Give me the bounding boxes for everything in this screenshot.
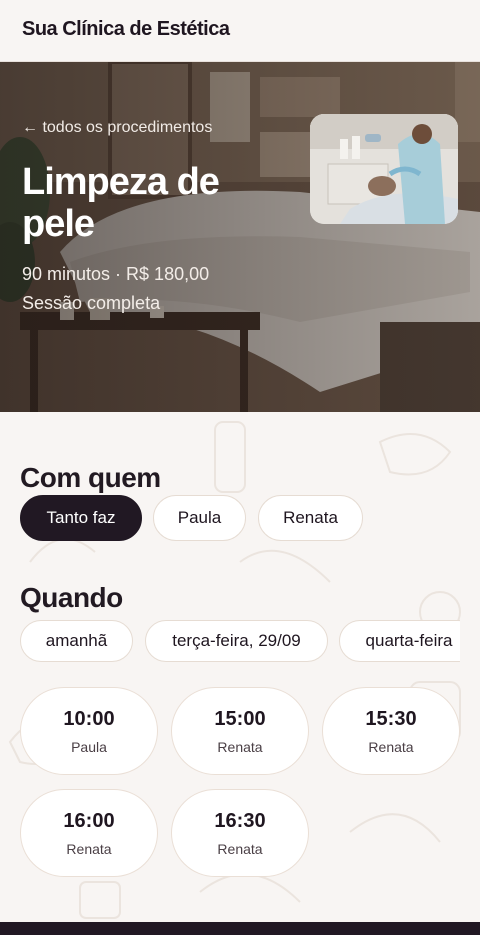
slot-professional: Paula xyxy=(71,738,107,755)
slot-professional: Renata xyxy=(217,738,263,755)
time-slot[interactable]: 15:30 Renata xyxy=(322,687,460,775)
slot-time: 15:00 xyxy=(214,707,266,730)
professional-option-paula[interactable]: Paula xyxy=(153,495,246,541)
brand-name[interactable]: Sua Clínica de Estética xyxy=(22,18,230,41)
bottom-bar xyxy=(0,922,480,935)
slot-time: 15:30 xyxy=(365,707,417,730)
slot-professional: Renata xyxy=(368,738,414,755)
procedure-title: Limpeza de pele xyxy=(22,161,220,245)
slot-time: 10:00 xyxy=(63,707,115,730)
day-option-quarta[interactable]: quarta-feira xyxy=(339,620,460,662)
slot-time: 16:00 xyxy=(63,809,115,832)
back-to-procedures-link[interactable]: ← todos os procedimentos xyxy=(22,119,212,137)
duration-price: 90 minutos · R$ 180,00 xyxy=(22,264,210,284)
procedure-thumbnail xyxy=(310,114,458,224)
time-slot[interactable]: 10:00 Paula xyxy=(20,687,158,775)
professional-section-title: Com quem xyxy=(20,462,161,493)
time-slot[interactable]: 16:30 Renata xyxy=(171,789,309,877)
professional-option-tanto-faz[interactable]: Tanto faz xyxy=(20,495,142,541)
time-slot[interactable]: 15:00 Renata xyxy=(171,687,309,775)
procedure-hero: ← todos os procedimentos Limpeza de pele… xyxy=(0,62,480,412)
day-selector[interactable]: amanhã terça-feira, 29/09 quarta-feira xyxy=(0,610,460,672)
procedure-photo xyxy=(310,114,458,224)
day-option-terca[interactable]: terça-feira, 29/09 xyxy=(145,620,328,662)
app-header: Sua Clínica de Estética xyxy=(0,0,480,62)
professional-option-renata[interactable]: Renata xyxy=(258,495,363,541)
day-option-amanha[interactable]: amanhã xyxy=(20,620,133,662)
session-type: Sessão completa xyxy=(22,293,161,313)
slot-professional: Renata xyxy=(217,840,263,857)
time-slot[interactable]: 16:00 Renata xyxy=(20,789,158,877)
slot-time: 16:30 xyxy=(214,809,266,832)
slot-professional: Renata xyxy=(66,840,112,857)
